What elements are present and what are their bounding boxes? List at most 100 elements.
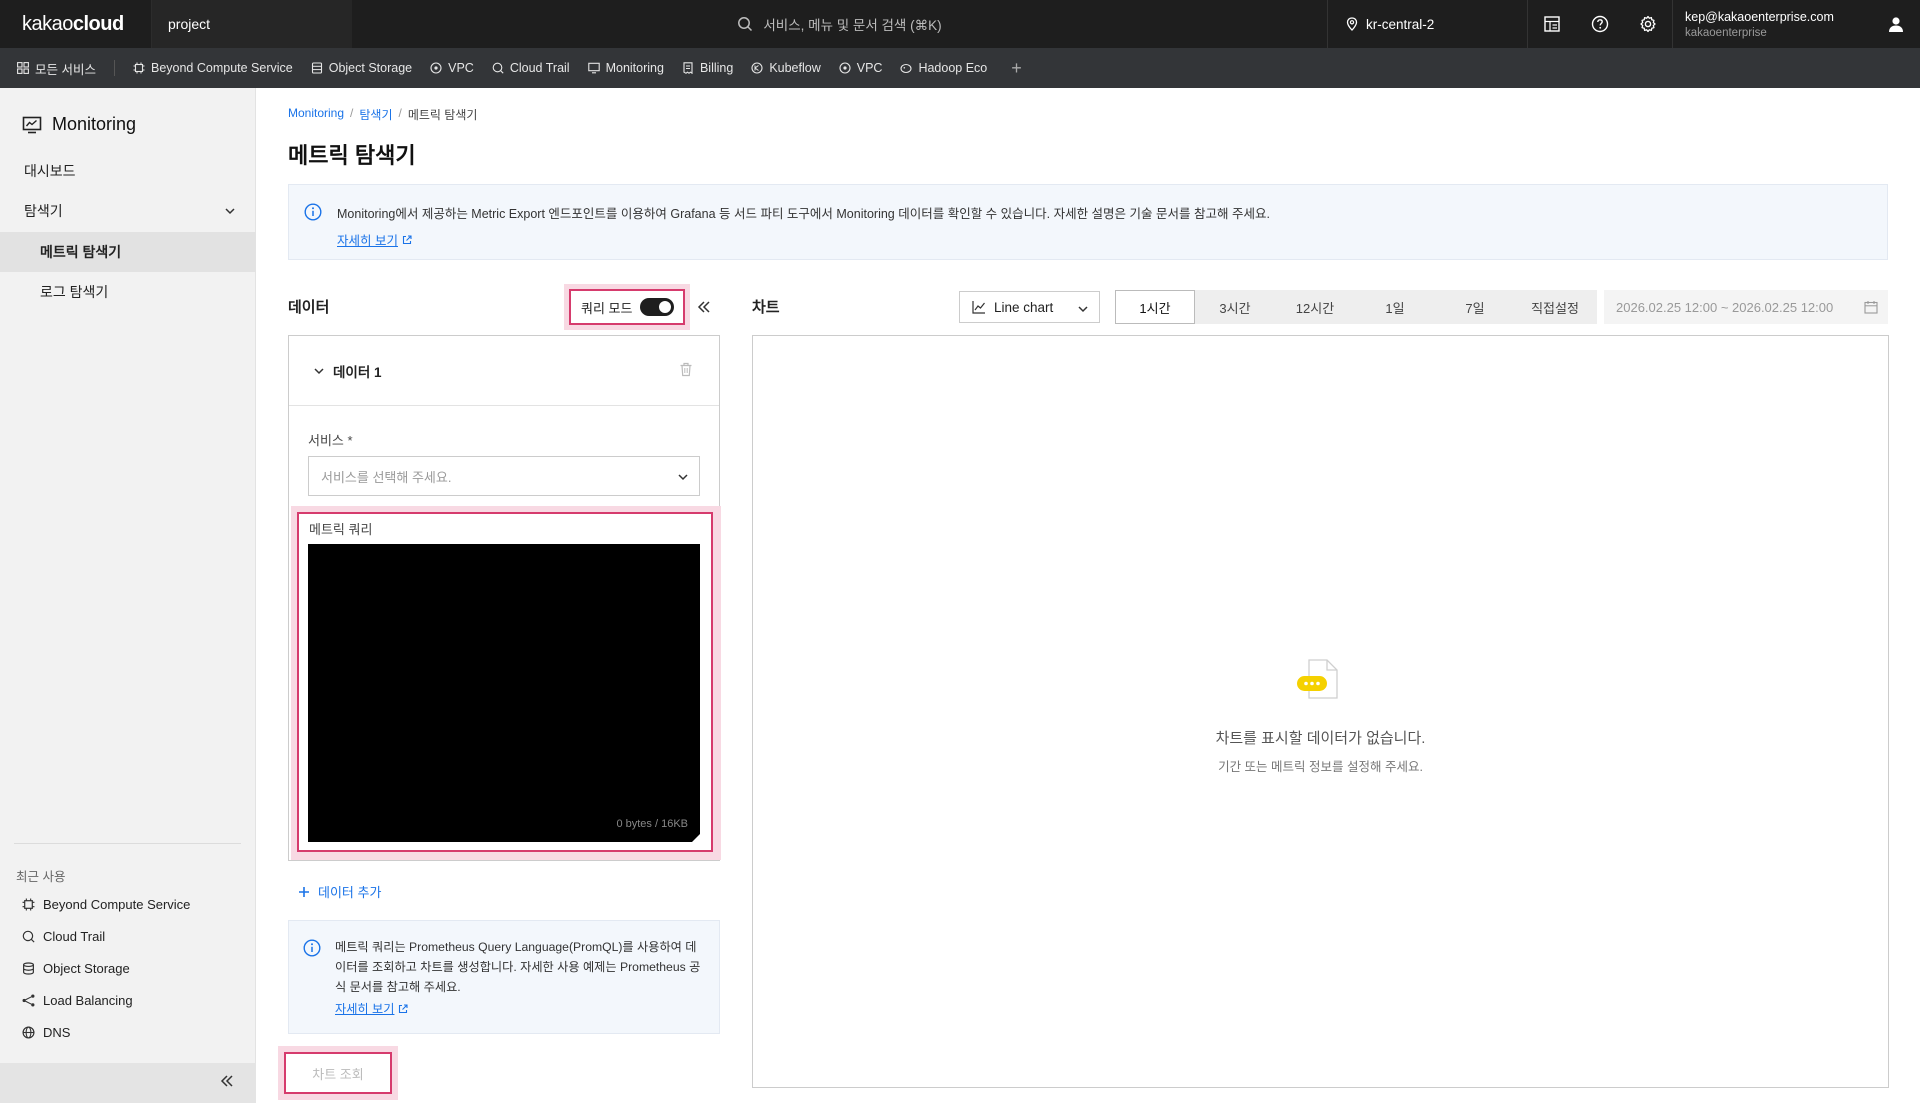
- trail-icon: [492, 62, 504, 74]
- date-range-value: 2026.02.25 12:00 ~ 2026.02.25 12:00: [1616, 299, 1834, 315]
- billing-report-icon[interactable]: [1528, 0, 1576, 48]
- sidebar: Monitoring 대시보드 탐색기 메트릭 탐색기 로그 탐색기 최근 사용…: [0, 88, 256, 1103]
- time-range-1d[interactable]: 1일: [1355, 290, 1435, 324]
- metric-query-editor[interactable]: 0 bytes / 16KB: [308, 544, 700, 842]
- chart-type-label: Line chart: [994, 299, 1054, 315]
- data-card: 데이터 1 서비스 * 서비스를 선택해 주세요. 메트릭 쿼리 0 bytes…: [288, 335, 721, 861]
- service-shortcut-object-storage[interactable]: Object Storage: [311, 61, 412, 75]
- toggle-switch-on[interactable]: [640, 298, 674, 316]
- line-chart-icon: [972, 300, 986, 314]
- search-icon: [737, 16, 753, 32]
- byte-counter: 0 bytes / 16KB: [616, 818, 688, 830]
- recent-item-load-balancing[interactable]: Load Balancing: [22, 993, 133, 1008]
- receipt-icon: [682, 62, 694, 74]
- info-icon: [304, 203, 322, 221]
- trash-icon[interactable]: [679, 362, 693, 377]
- collapse-panel-icon[interactable]: [697, 300, 711, 314]
- compute-chip-icon: [133, 62, 145, 74]
- recent-item-dns[interactable]: DNS: [22, 1025, 70, 1040]
- region-selector[interactable]: kr-central-2: [1327, 0, 1527, 48]
- sidebar-title: Monitoring: [0, 88, 255, 135]
- breadcrumb: Monitoring / 탐색기 / 메트릭 탐색기: [288, 106, 477, 123]
- service-shortcut-label: Object Storage: [328, 61, 413, 75]
- chevron-down-icon: [677, 471, 689, 483]
- help-icon[interactable]: [1576, 0, 1624, 48]
- trail-icon: [22, 930, 35, 943]
- kubeflow-icon: [751, 62, 763, 74]
- time-range-1h[interactable]: 1시간: [1115, 290, 1195, 324]
- time-range-3h[interactable]: 3시간: [1195, 290, 1275, 324]
- resize-handle[interactable]: [692, 834, 700, 842]
- time-range-12h[interactable]: 12시간: [1275, 290, 1355, 324]
- service-shortcut-cloud-trail[interactable]: Cloud Trail: [492, 61, 570, 75]
- globe-icon: [22, 1026, 35, 1039]
- all-services-button[interactable]: 모든 서비스: [17, 59, 96, 78]
- info-more-link[interactable]: 자세히 보기: [337, 230, 412, 249]
- service-shortcut-vpc[interactable]: VPC: [430, 61, 474, 75]
- settings-gear-icon[interactable]: [1624, 0, 1672, 48]
- time-range-custom[interactable]: 직접설정: [1515, 290, 1595, 324]
- recent-item-label: Object Storage: [43, 961, 130, 976]
- logo-text-light: kakao: [22, 12, 73, 35]
- all-services-label: 모든 서비스: [35, 62, 96, 77]
- sidebar-item-dashboard[interactable]: 대시보드: [0, 151, 256, 191]
- top-icon-group: [1527, 0, 1672, 48]
- add-data-button[interactable]: 데이터 추가: [298, 882, 381, 901]
- service-shortcut-vpc-2[interactable]: VPC: [839, 61, 882, 75]
- monitoring-icon: [22, 116, 42, 134]
- query-info-box: 메트릭 쿼리는 Prometheus Query Language(PromQL…: [288, 920, 720, 1034]
- query-mode-highlight: 쿼리 모드: [564, 284, 690, 330]
- kakaocloud-logo[interactable]: kakao cloud: [0, 0, 152, 48]
- empty-state-title: 차트를 표시할 데이터가 없습니다.: [1215, 730, 1426, 747]
- global-search[interactable]: 서비스, 메뉴 및 문서 검색 (⌘K): [352, 0, 1327, 48]
- recent-item-bcs[interactable]: Beyond Compute Service: [22, 897, 190, 912]
- breadcrumb-root-link[interactable]: Monitoring: [288, 106, 344, 123]
- date-range-picker[interactable]: 2026.02.25 12:00 ~ 2026.02.25 12:00: [1604, 290, 1888, 324]
- service-shortcut-hadoop-eco[interactable]: Hadoop Eco: [900, 61, 987, 75]
- breadcrumb-parent-link[interactable]: 탐색기: [359, 106, 392, 123]
- sidebar-item-metric-explorer[interactable]: 메트릭 탐색기: [0, 232, 256, 272]
- project-name: project: [168, 16, 211, 32]
- collapse-sidebar-icon[interactable]: [220, 1074, 234, 1088]
- metric-query-label: 메트릭 쿼리: [309, 522, 373, 537]
- add-shortcut-button[interactable]: +: [1011, 58, 1022, 79]
- project-selector[interactable]: project: [152, 0, 352, 48]
- service-shortcut-label: VPC: [448, 61, 474, 75]
- time-range-tabs: 1시간 3시간 12시간 1일 7일 직접설정: [1115, 290, 1597, 324]
- sidebar-divider: [14, 843, 241, 844]
- recent-item-object-storage[interactable]: Object Storage: [22, 961, 130, 976]
- data-card-header[interactable]: 데이터 1: [289, 336, 719, 406]
- empty-state-subtitle: 기간 또는 메트릭 정보를 설정해 주세요.: [1218, 760, 1423, 774]
- plus-icon: [298, 886, 310, 898]
- external-link-icon: [398, 1004, 409, 1014]
- top-bar: kakao cloud project 서비스, 메뉴 및 문서 검색 (⌘K) …: [0, 0, 1920, 48]
- load-balancer-icon: [22, 994, 35, 1007]
- chart-type-select[interactable]: Line chart: [959, 291, 1100, 323]
- time-range-7d[interactable]: 7일: [1435, 290, 1515, 324]
- sidebar-item-label: 메트릭 탐색기: [40, 244, 122, 260]
- hadoop-icon: [900, 62, 913, 74]
- view-chart-button[interactable]: 차트 조회: [284, 1052, 392, 1094]
- breadcrumb-separator: /: [350, 106, 354, 120]
- recent-section-label: 최근 사용: [16, 870, 66, 884]
- service-shortcut-monitoring[interactable]: Monitoring: [587, 61, 664, 75]
- chevron-down-icon: [313, 365, 325, 377]
- user-email: kep@kakaoenterprise.com: [1685, 9, 1834, 24]
- sidebar-item-label: 대시보드: [24, 163, 76, 179]
- service-select[interactable]: 서비스를 선택해 주세요.: [308, 456, 700, 496]
- query-info-more-link[interactable]: 자세히 보기: [335, 999, 409, 1019]
- chevron-down-icon: [1077, 303, 1089, 315]
- storage-icon: [311, 62, 323, 74]
- user-info[interactable]: kep@kakaoenterprise.com kakaoenterprise: [1672, 0, 1872, 48]
- service-shortcut-kubeflow[interactable]: Kubeflow: [751, 61, 821, 75]
- user-avatar-icon[interactable]: [1872, 0, 1920, 48]
- recent-item-label: Beyond Compute Service: [43, 897, 191, 912]
- service-shortcut-label: Billing: [699, 61, 734, 75]
- recent-item-cloud-trail[interactable]: Cloud Trail: [22, 929, 105, 944]
- sidebar-item-explorer[interactable]: 탐색기: [0, 191, 256, 231]
- sidebar-item-log-explorer[interactable]: 로그 탐색기: [0, 272, 256, 312]
- service-shortcut-label: Kubeflow: [769, 61, 821, 75]
- query-mode-toggle[interactable]: 쿼리 모드: [569, 289, 685, 325]
- service-shortcut-bcs[interactable]: Beyond Compute Service: [133, 61, 293, 75]
- service-shortcut-billing[interactable]: Billing: [682, 61, 733, 75]
